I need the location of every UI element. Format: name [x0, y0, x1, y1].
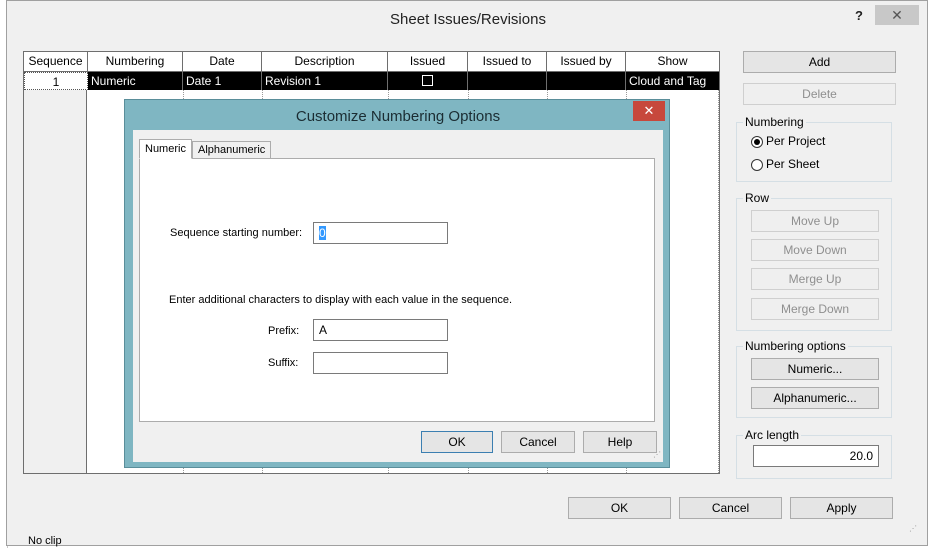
add-button[interactable]: Add — [743, 51, 896, 73]
sequence-start-input[interactable]: 0 — [313, 222, 448, 244]
numeric-options-button[interactable]: Numeric... — [751, 358, 879, 380]
merge-down-button[interactable]: Merge Down — [751, 298, 879, 320]
sequence-start-label: Sequence starting number: — [170, 227, 303, 239]
modal-close-icon[interactable]: ✕ — [633, 101, 665, 121]
background-status-text: No clip — [28, 535, 62, 547]
close-icon[interactable]: ✕ — [875, 5, 919, 25]
numbering-group — [736, 122, 892, 182]
move-down-button[interactable]: Move Down — [751, 239, 879, 261]
prefix-input[interactable]: A — [313, 319, 448, 341]
modal-resize-grip-icon[interactable]: ⋰ — [653, 451, 661, 459]
arc-length-input[interactable]: 20.0 — [753, 445, 879, 467]
modal-title: Customize Numbering Options — [295, 108, 501, 125]
cell-issued-by[interactable] — [547, 72, 626, 90]
apply-button[interactable]: Apply — [790, 497, 893, 519]
modal-ok-button[interactable]: OK — [421, 431, 493, 453]
per-project-label[interactable]: Per Project — [766, 134, 825, 148]
ok-button[interactable]: OK — [568, 497, 671, 519]
alphanumeric-options-button[interactable]: Alphanumeric... — [751, 387, 879, 409]
move-up-button[interactable]: Move Up — [751, 210, 879, 232]
numeric-tab-panel: Sequence starting number: 0 Enter additi… — [139, 158, 655, 422]
numbering-options-label: Numbering options — [743, 339, 848, 353]
suffix-input[interactable] — [313, 352, 448, 374]
modal-body: Numeric Alphanumeric Sequence starting n… — [133, 130, 663, 462]
table-row[interactable]: 1 Numeric Date 1 Revision 1 Cloud and Ta… — [24, 72, 719, 90]
help-icon[interactable]: ? — [855, 8, 863, 23]
column-header-issued[interactable]: Issued — [388, 52, 468, 72]
cell-issued[interactable] — [388, 72, 468, 90]
cell-show[interactable]: Cloud and Tag — [626, 72, 719, 90]
tab-numeric[interactable]: Numeric — [139, 139, 192, 159]
column-header-description[interactable]: Description — [262, 52, 388, 72]
modal-help-button[interactable]: Help — [583, 431, 657, 453]
sequence-column — [24, 72, 87, 473]
cell-sequence[interactable]: 1 — [24, 72, 88, 90]
column-header-issued-to[interactable]: Issued to — [468, 52, 547, 72]
per-sheet-radio[interactable] — [751, 159, 763, 171]
arc-length-label: Arc length — [743, 428, 802, 442]
cell-numbering[interactable]: Numeric — [88, 72, 183, 90]
delete-button[interactable]: Delete — [743, 83, 896, 105]
column-header-issued-by[interactable]: Issued by — [547, 52, 626, 72]
sequence-start-value: 0 — [319, 226, 326, 240]
cancel-button[interactable]: Cancel — [679, 497, 782, 519]
column-header-sequence[interactable]: Sequence — [24, 52, 88, 72]
prefix-label: Prefix: — [268, 325, 300, 337]
column-divider — [718, 90, 719, 473]
column-header-numbering[interactable]: Numbering — [88, 52, 183, 72]
per-sheet-label[interactable]: Per Sheet — [766, 157, 819, 171]
resize-grip-icon[interactable]: ⋰ — [909, 525, 917, 533]
per-project-radio[interactable] — [751, 136, 763, 148]
instructions-text: Enter additional characters to display w… — [169, 294, 513, 306]
column-header-show[interactable]: Show — [626, 52, 719, 72]
cell-description[interactable]: Revision 1 — [262, 72, 388, 90]
numbering-group-label: Numbering — [743, 115, 806, 129]
merge-up-button[interactable]: Merge Up — [751, 268, 879, 290]
row-group-label: Row — [743, 191, 772, 205]
column-header-date[interactable]: Date — [183, 52, 262, 72]
cell-date[interactable]: Date 1 — [183, 72, 262, 90]
modal-cancel-button[interactable]: Cancel — [501, 431, 575, 453]
tab-alphanumeric[interactable]: Alphanumeric — [192, 141, 272, 159]
cell-issued-to[interactable] — [468, 72, 547, 90]
suffix-label: Suffix: — [268, 357, 299, 369]
dialog-title: Sheet Issues/Revisions — [390, 11, 546, 28]
issued-checkbox[interactable] — [422, 75, 433, 87]
customize-numbering-dialog: Customize Numbering Options ✕ Numeric Al… — [124, 99, 670, 468]
